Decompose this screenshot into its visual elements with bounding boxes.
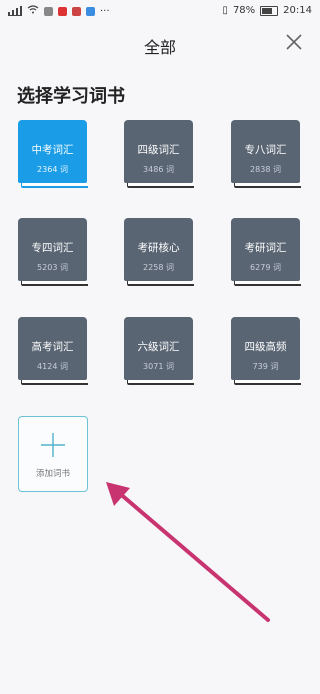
vibrate-icon: ▯	[222, 5, 228, 16]
book-name: 四级词汇	[137, 144, 180, 156]
app-icon	[44, 6, 53, 16]
book-card-cet6[interactable]: 六级词汇 3071 词	[124, 317, 194, 387]
book-pages	[234, 183, 301, 188]
book-name: 六级词汇	[137, 341, 180, 353]
book-cover: 专八词汇 2838 词	[231, 120, 300, 183]
page-title: 全部	[143, 38, 176, 57]
book-name: 四级高频	[244, 341, 287, 353]
close-icon[interactable]	[280, 28, 308, 56]
book-pages	[234, 380, 301, 385]
book-cover: 四级词汇 3486 词	[124, 120, 193, 183]
status-bar: ··· ▯ 78% 20:14	[0, 0, 320, 22]
word-count: 2258 词	[143, 263, 174, 272]
book-card-zhongkao[interactable]: 中考词汇 2364 词	[18, 120, 88, 190]
battery-percent: 78%	[232, 5, 256, 16]
book-card-cet4[interactable]: 四级词汇 3486 词	[124, 120, 194, 190]
clock: 20:14	[283, 5, 312, 16]
app-icon	[58, 6, 67, 16]
book-pages	[21, 183, 88, 188]
book-cover: 中考词汇 2364 词	[18, 120, 87, 183]
word-count: 739 词	[252, 362, 279, 371]
book-card-cet4-frequent[interactable]: 四级高频 739 词	[231, 317, 301, 387]
add-book-label: 添加词书	[35, 469, 70, 479]
word-count: 2838 词	[250, 165, 281, 174]
book-name: 考研词汇	[244, 242, 287, 254]
book-cover: 六级词汇 3071 词	[124, 317, 193, 380]
add-book-button[interactable]: 添加词书	[18, 416, 88, 492]
book-cover: 考研词汇 6279 词	[231, 218, 300, 281]
plus-icon	[39, 431, 67, 459]
header: 全部	[0, 22, 320, 62]
book-cover: 专四词汇 5203 词	[18, 218, 87, 281]
word-count: 3071 词	[143, 362, 174, 371]
book-pages	[127, 380, 194, 385]
book-card-kaoyan-core[interactable]: 考研核心 2258 词	[124, 218, 194, 288]
book-pages	[127, 183, 194, 188]
book-cover: 高考词汇 4124 词	[18, 317, 87, 380]
book-pages	[21, 380, 88, 385]
battery-icon	[260, 5, 279, 16]
book-name: 专八词汇	[244, 144, 287, 156]
book-pages	[21, 281, 88, 286]
more-icon: ···	[100, 5, 110, 17]
word-count: 5203 词	[37, 263, 68, 272]
word-count: 4124 词	[37, 362, 68, 371]
book-card-tem8[interactable]: 专八词汇 2838 词	[231, 120, 301, 190]
word-count: 6279 词	[250, 263, 281, 272]
signal-icon	[8, 6, 22, 16]
book-name: 考研核心	[137, 242, 180, 254]
book-card-kaoyan[interactable]: 考研词汇 6279 词	[231, 218, 301, 288]
wifi-icon	[27, 5, 39, 17]
section-title: 选择学习词书	[17, 86, 125, 107]
book-pages	[127, 281, 194, 286]
book-name: 中考词汇	[31, 144, 74, 156]
word-count: 3486 词	[143, 165, 174, 174]
book-cover: 四级高频 739 词	[231, 317, 300, 380]
book-card-tem4[interactable]: 专四词汇 5203 词	[18, 218, 88, 288]
book-card-gaokao[interactable]: 高考词汇 4124 词	[18, 317, 88, 387]
word-count: 2364 词	[37, 165, 68, 174]
book-name: 专四词汇	[31, 242, 74, 254]
book-cover: 考研核心 2258 词	[124, 218, 193, 281]
app-icon	[86, 6, 95, 16]
app-icon	[72, 6, 81, 16]
book-name: 高考词汇	[31, 341, 74, 353]
book-pages	[234, 281, 301, 286]
